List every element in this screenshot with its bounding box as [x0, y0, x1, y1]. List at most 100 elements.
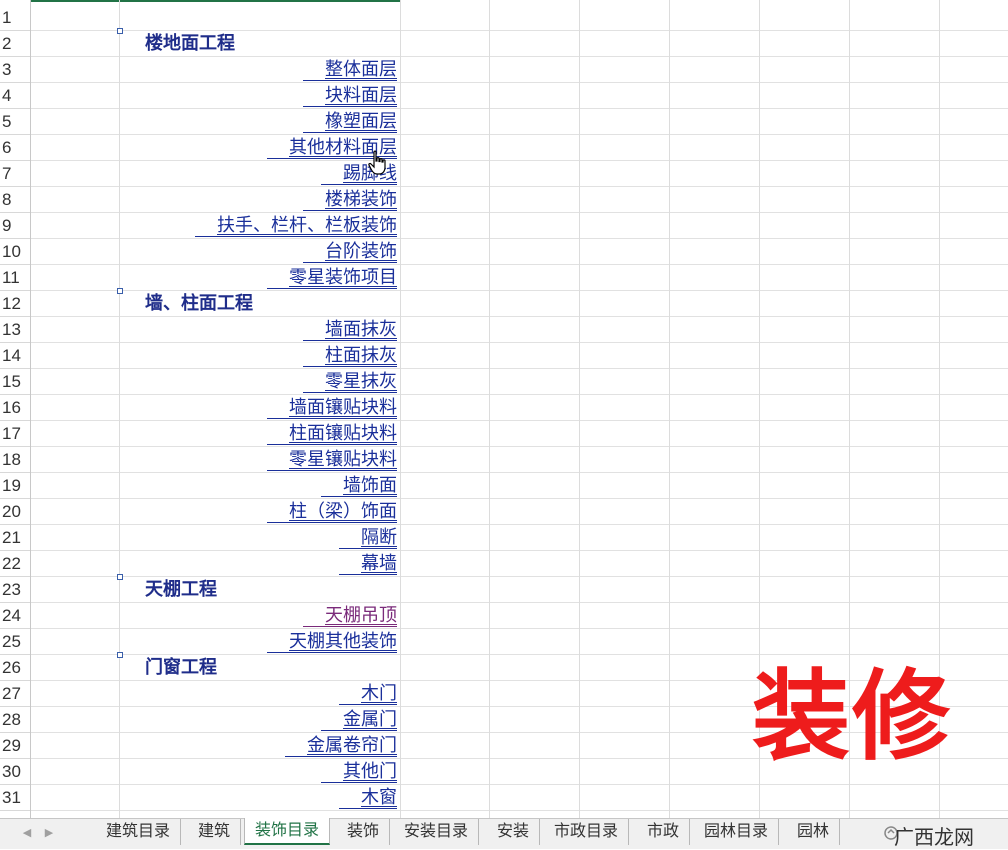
hyperlink-text[interactable]: 楼梯装饰	[303, 189, 397, 211]
row-header[interactable]: 27	[0, 681, 30, 707]
section-heading-cell[interactable]: 楼地面工程	[145, 31, 235, 57]
column-gridline	[119, 0, 120, 818]
hyperlink-text[interactable]: 零星抹灰	[303, 371, 397, 393]
hyperlink-text[interactable]: 橡塑面层	[303, 111, 397, 133]
hyperlink-cell[interactable]: 楼梯装饰	[303, 187, 397, 213]
hyperlink-cell[interactable]: 其他门	[321, 759, 397, 785]
hyperlink-text[interactable]: 柱（梁）饰面	[267, 501, 397, 523]
hyperlink-cell[interactable]: 柱面镶贴块料	[267, 421, 397, 447]
row-header[interactable]: 22	[0, 551, 30, 577]
row-header[interactable]: 5	[0, 109, 30, 135]
scroll-tabs-right-icon[interactable]: ▶	[42, 825, 56, 841]
hyperlink-text[interactable]: 隔断	[339, 527, 397, 549]
row-header[interactable]: 15	[0, 369, 30, 395]
row-gridline	[31, 498, 1008, 499]
hyperlink-cell[interactable]: 金属门	[321, 707, 397, 733]
hyperlink-text[interactable]: 金属卷帘门	[285, 735, 397, 757]
hyperlink-text[interactable]: 木门	[339, 683, 397, 705]
hyperlink-cell[interactable]: 零星抹灰	[303, 369, 397, 395]
section-heading-cell[interactable]: 天棚工程	[145, 577, 217, 603]
sheet-tab[interactable]: 园林	[787, 819, 841, 845]
hyperlink-cell[interactable]: 幕墙	[339, 551, 397, 577]
sheet-tab[interactable]: 建筑	[188, 819, 242, 845]
hyperlink-cell[interactable]: 橡塑面层	[303, 109, 397, 135]
hyperlink-text[interactable]: 墙面抹灰	[303, 319, 397, 341]
hyperlink-cell[interactable]: 扶手、栏杆、栏板装饰	[195, 213, 397, 239]
hyperlink-text[interactable]: 天棚吊顶	[303, 605, 397, 627]
hyperlink-text[interactable]: 柱面抹灰	[303, 345, 397, 367]
hyperlink-cell[interactable]: 墙饰面	[321, 473, 397, 499]
hyperlink-cell[interactable]: 墙面镶贴块料	[267, 395, 397, 421]
hyperlink-text[interactable]: 木窗	[339, 787, 397, 809]
column-gridline	[489, 0, 490, 818]
hyperlink-text[interactable]: 其他门	[321, 761, 397, 783]
hyperlink-text[interactable]: 墙饰面	[321, 475, 397, 497]
row-header[interactable]: 29	[0, 733, 30, 759]
sheet-tab[interactable]: 市政目录	[544, 819, 630, 845]
hyperlink-cell[interactable]: 零星装饰项目	[267, 265, 397, 291]
scroll-tabs-left-icon[interactable]: ◀	[20, 825, 34, 841]
hyperlink-text[interactable]: 零星装饰项目	[267, 267, 397, 289]
row-header[interactable]: 19	[0, 473, 30, 499]
row-header[interactable]: 10	[0, 239, 30, 265]
row-header[interactable]: 4	[0, 83, 30, 109]
hyperlink-cell[interactable]: 天棚其他装饰	[267, 629, 397, 655]
sheet-tab[interactable]: 装饰	[337, 819, 391, 845]
sheet-tab[interactable]: 装饰目录	[244, 818, 331, 845]
row-header[interactable]: 9	[0, 213, 30, 239]
sheet-tab[interactable]: 安装	[487, 819, 541, 845]
hyperlink-text[interactable]: 墙面镶贴块料	[267, 397, 397, 419]
hyperlink-cell[interactable]: 金属卷帘门	[285, 733, 397, 759]
hyperlink-text[interactable]: 台阶装饰	[303, 241, 397, 263]
row-header[interactable]: 24	[0, 603, 30, 629]
hyperlink-text[interactable]: 金属门	[321, 709, 397, 731]
row-header[interactable]: 30	[0, 759, 30, 785]
row-header[interactable]: 3	[0, 57, 30, 83]
hyperlink-cell[interactable]: 零星镶贴块料	[267, 447, 397, 473]
hyperlink-cell[interactable]: 隔断	[339, 525, 397, 551]
hyperlink-cell[interactable]: 木门	[339, 681, 397, 707]
hyperlink-cell[interactable]: 木窗	[339, 785, 397, 811]
hyperlink-cell[interactable]: 天棚吊顶	[303, 603, 397, 629]
row-header[interactable]: 12	[0, 291, 30, 317]
sheet-tab[interactable]: 安装目录	[394, 819, 480, 845]
row-header[interactable]: 21	[0, 525, 30, 551]
hyperlink-text[interactable]: 零星镶贴块料	[267, 449, 397, 471]
row-header[interactable]: 28	[0, 707, 30, 733]
section-heading-cell[interactable]: 墙、柱面工程	[145, 291, 253, 317]
row-header[interactable]: 1	[0, 5, 30, 31]
row-header[interactable]: 23	[0, 577, 30, 603]
hyperlink-text[interactable]: 幕墙	[339, 553, 397, 575]
row-header[interactable]: 11	[0, 265, 30, 291]
row-header[interactable]: 2	[0, 31, 30, 57]
column-gridline	[579, 0, 580, 818]
hyperlink-cell[interactable]: 柱（梁）饰面	[267, 499, 397, 525]
row-header[interactable]: 18	[0, 447, 30, 473]
row-header[interactable]: 8	[0, 187, 30, 213]
hyperlink-text[interactable]: 块料面层	[303, 85, 397, 107]
spreadsheet-area[interactable]: 1 2 3 4 5 6 7 8 9 10 11 12 13 14 15 16 17 18 19 20 21 22 23 24 2…	[0, 0, 1008, 818]
sheet-tab[interactable]: 市政	[637, 819, 691, 845]
sheet-tab[interactable]: 园林目录	[694, 819, 780, 845]
section-heading-cell[interactable]: 门窗工程	[145, 655, 217, 681]
row-header[interactable]: 20	[0, 499, 30, 525]
row-header[interactable]: 17	[0, 421, 30, 447]
row-header[interactable]: 25	[0, 629, 30, 655]
hyperlink-text[interactable]: 扶手、栏杆、栏板装饰	[195, 215, 397, 237]
hyperlink-text[interactable]: 柱面镶贴块料	[267, 423, 397, 445]
hyperlink-cell[interactable]: 块料面层	[303, 83, 397, 109]
row-header[interactable]: 6	[0, 135, 30, 161]
row-header[interactable]: 13	[0, 317, 30, 343]
row-header[interactable]: 31	[0, 785, 30, 811]
row-header[interactable]: 26	[0, 655, 30, 681]
hyperlink-cell[interactable]: 整体面层	[303, 57, 397, 83]
row-header[interactable]: 16	[0, 395, 30, 421]
hyperlink-cell[interactable]: 台阶装饰	[303, 239, 397, 265]
hyperlink-cell[interactable]: 柱面抹灰	[303, 343, 397, 369]
row-header[interactable]: 7	[0, 161, 30, 187]
hyperlink-text[interactable]: 天棚其他装饰	[267, 631, 397, 653]
row-header[interactable]: 14	[0, 343, 30, 369]
sheet-tab[interactable]: 建筑目录	[96, 819, 182, 845]
hyperlink-text[interactable]: 整体面层	[303, 59, 397, 81]
hyperlink-cell[interactable]: 墙面抹灰	[303, 317, 397, 343]
